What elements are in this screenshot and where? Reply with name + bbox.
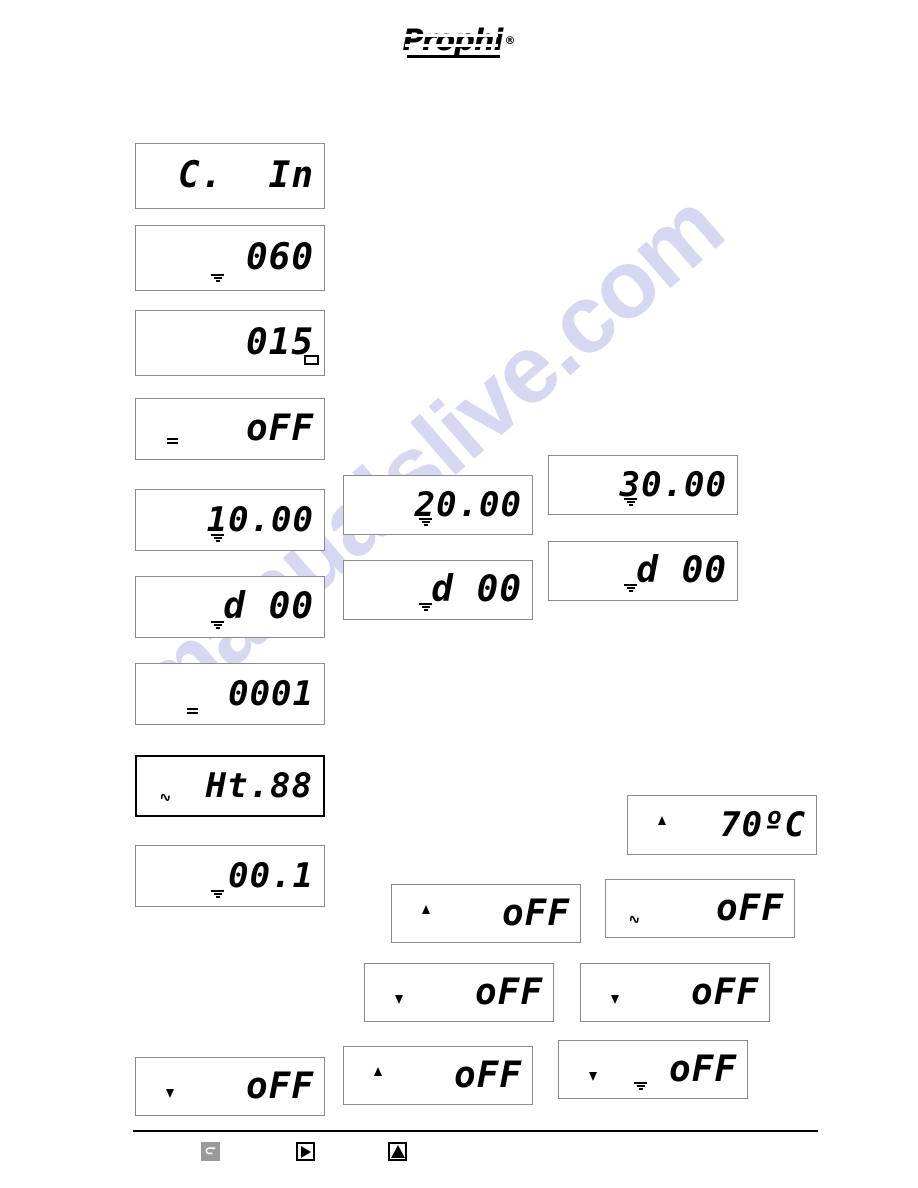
lcd-display: ∿ Ht.88	[135, 755, 325, 817]
triangle-down-indicator-icon	[611, 994, 619, 1004]
ground-symbol-icon	[419, 603, 432, 612]
lcd-inner: 20.00	[344, 476, 532, 534]
lcd-display: 060	[135, 225, 325, 291]
lcd-value-text: oFF	[501, 892, 570, 934]
triangle-up-indicator-icon	[374, 1066, 382, 1076]
lcd-value-text: oFF	[690, 971, 759, 1013]
lcd-inner: 00.1	[136, 846, 324, 906]
lcd-inner: ∿ oFF	[606, 880, 794, 937]
triangle-up-glyph	[390, 1145, 405, 1158]
lcd-value-text: 00.1	[228, 856, 314, 896]
lcd-inner: d 00	[549, 542, 737, 600]
lcd-inner: oFF	[392, 885, 580, 942]
brand-name-text: Prophi	[402, 23, 504, 57]
lcd-value-text: 0001	[228, 674, 314, 714]
lcd-display: oFF	[135, 1057, 325, 1116]
triangle-down-indicator-icon	[395, 994, 403, 1004]
box-symbol-icon	[304, 355, 319, 365]
lcd-inner: ∿ Ht.88	[137, 757, 323, 815]
hourglass-indicator-icon	[166, 438, 179, 446]
play-triangle-glyph	[300, 1145, 311, 1158]
lcd-inner: d 00	[136, 577, 324, 637]
lcd-display: 10.00	[135, 489, 325, 551]
lcd-display: 00.1	[135, 845, 325, 907]
lcd-value-text: 20.00	[414, 485, 522, 525]
lcd-display: 20.00	[343, 475, 533, 535]
lcd-display: oFF	[391, 884, 581, 943]
logo-strike-upper	[404, 34, 499, 37]
ground-symbol-icon	[211, 621, 224, 630]
lcd-value-text: oFF	[245, 408, 314, 449]
lcd-inner: 30.00	[549, 456, 737, 514]
lcd-value-text: 015	[245, 322, 314, 363]
hourglass-symbol-icon	[186, 708, 199, 716]
ground-symbol-icon	[634, 1082, 647, 1091]
lcd-inner: 10.00	[136, 490, 324, 550]
triangle-up-icon[interactable]	[388, 1142, 407, 1161]
lcd-inner: oFF	[581, 964, 769, 1021]
lcd-display: 015	[135, 310, 325, 376]
lcd-inner: 060	[136, 226, 324, 290]
ground-symbol-icon	[211, 890, 224, 899]
lcd-display: 30.00	[548, 455, 738, 515]
lcd-inner: oFF	[344, 1047, 532, 1104]
lcd-display: 0001	[135, 663, 325, 725]
lcd-display: d 00	[343, 560, 533, 620]
lcd-display: oFF	[343, 1046, 533, 1105]
return-arrow-icon[interactable]	[201, 1142, 220, 1161]
lcd-value-text: oFF	[245, 1065, 314, 1107]
triangle-up-indicator-icon	[658, 816, 666, 825]
brand-name-wrapper: Prophi	[402, 23, 504, 58]
lcd-value-text: oFF	[453, 1054, 522, 1096]
logo-strike-lower	[404, 44, 499, 47]
lcd-display: oFF	[364, 963, 554, 1022]
lcd-display: 70ºC	[627, 795, 817, 855]
lcd-display: d 00	[548, 541, 738, 601]
ground-symbol-icon	[211, 534, 224, 543]
triangle-down-indicator-icon	[166, 1088, 174, 1098]
lcd-value-text: 060	[245, 237, 314, 278]
lcd-display: oFF	[580, 963, 770, 1022]
lcd-value-text: oFF	[474, 971, 543, 1013]
lcd-value-text: d 00	[636, 550, 727, 591]
triangle-down-indicator-icon	[589, 1071, 597, 1081]
ground-symbol-icon	[211, 274, 224, 283]
lcd-inner: 70ºC	[628, 796, 816, 854]
lcd-value-text: 70ºC	[720, 805, 806, 845]
lcd-inner: 015	[136, 311, 324, 375]
lcd-value-text: oFF	[668, 1048, 737, 1090]
lcd-inner: oFF	[365, 964, 553, 1021]
lcd-value-text: d 00	[431, 569, 522, 610]
lcd-display: C. In	[135, 143, 325, 209]
lcd-display: oFF	[135, 398, 325, 460]
brand-logo: Prophi ®	[0, 23, 918, 58]
registered-trademark-icon: ®	[504, 33, 516, 47]
ground-symbol-icon	[624, 584, 637, 593]
lcd-display: d 00	[135, 576, 325, 638]
lcd-display: oFF	[558, 1040, 748, 1099]
lcd-value-text: 10.00	[206, 500, 314, 540]
play-triangle-icon[interactable]	[296, 1142, 315, 1161]
footer-divider	[133, 1130, 818, 1132]
lcd-value-text: C. In	[177, 155, 314, 196]
lcd-inner: oFF	[559, 1041, 747, 1098]
lcd-inner: oFF	[136, 399, 324, 459]
ground-symbol-icon	[624, 498, 637, 507]
lcd-value-text: 30.00	[619, 465, 727, 505]
lcd-display: ∿ oFF	[605, 879, 795, 938]
ground-symbol-icon	[419, 518, 432, 527]
triangle-up-indicator-icon	[422, 904, 430, 914]
logo-underbar	[406, 55, 501, 58]
lcd-inner: oFF	[136, 1058, 324, 1115]
lcd-inner: 0001	[136, 664, 324, 724]
lcd-value-text: d 00	[223, 586, 314, 627]
lcd-inner: C. In	[136, 144, 324, 208]
lcd-inner: d 00	[344, 561, 532, 619]
